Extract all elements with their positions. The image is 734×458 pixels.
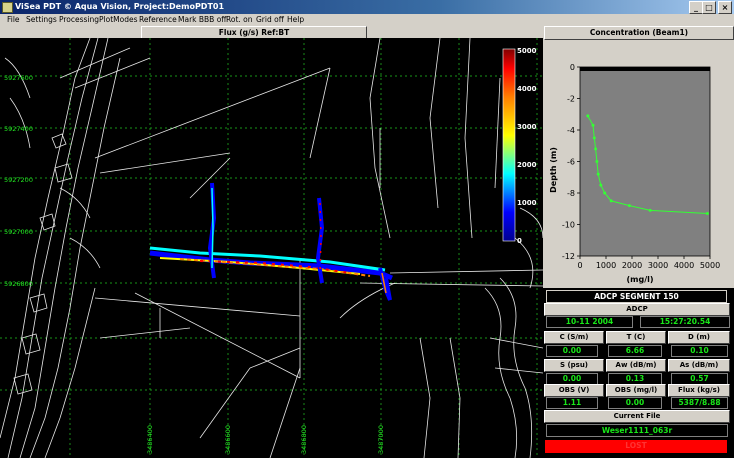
colorbar-tick-label: 0 bbox=[517, 237, 522, 245]
field-value: 0.00 bbox=[608, 397, 662, 409]
data-point bbox=[599, 183, 603, 187]
colorbar-tick-label: 5000 bbox=[517, 47, 537, 55]
y-axis-label: Depth (m) bbox=[549, 147, 558, 193]
field-value: 5387/8.88 bbox=[671, 397, 728, 409]
y-tick-label: 5927400 bbox=[4, 125, 33, 133]
current-file-label: Current File bbox=[544, 410, 730, 423]
field-label: D (m) bbox=[668, 331, 730, 344]
surface-band bbox=[580, 67, 710, 71]
x-tick-label: 4000 bbox=[674, 261, 694, 270]
app-icon bbox=[2, 2, 13, 13]
colorbar-tick-label: 2000 bbox=[517, 161, 537, 169]
field-label: S (psu) bbox=[544, 359, 604, 372]
colorbar-tick-label: 4000 bbox=[517, 85, 537, 93]
menu-mark-bbb[interactable]: Mark BBB off bbox=[178, 14, 226, 26]
x-axis-label: (mg/l) bbox=[626, 275, 653, 284]
window-title: ViSea PDT © Aqua Vision, Project:DemoPDT… bbox=[15, 2, 225, 11]
current-file-value: Weser1111_063r bbox=[546, 424, 728, 437]
concentration-chart: 0-2-4-6-8-10-120 1000 2000 3000 4000 5000 Dep… bbox=[544, 40, 734, 288]
x-tick-label: 3486800 bbox=[300, 425, 308, 454]
menu-bar: File Settings Processing PlotModes Refer… bbox=[0, 14, 734, 26]
y-tick-label: -10 bbox=[562, 221, 575, 230]
data-point bbox=[594, 147, 598, 151]
data-point bbox=[595, 160, 599, 163]
colorbar bbox=[502, 48, 516, 242]
x-tick-label: 3000 bbox=[648, 261, 668, 270]
data-point bbox=[596, 172, 600, 176]
field-label: T (C) bbox=[606, 331, 666, 344]
colorbar-tick-label: 3000 bbox=[517, 123, 537, 131]
menu-processing[interactable]: Processing bbox=[59, 14, 99, 26]
date-value: 10-11 2004 bbox=[546, 316, 633, 328]
field-value: 0.10 bbox=[671, 345, 728, 357]
y-tick-label: -4 bbox=[567, 126, 575, 135]
menu-settings[interactable]: Settings bbox=[26, 14, 57, 26]
concentration-panel: Concentration (Beam1) 0 -2 -4 -6 -8 -10 -12 0 10… bbox=[544, 26, 734, 288]
y-tick-label: -2 bbox=[567, 95, 575, 104]
concentration-title: Concentration (Beam1) bbox=[544, 26, 734, 40]
field-label: Aw (dB/m) bbox=[606, 359, 666, 372]
data-point bbox=[586, 114, 590, 118]
menu-rot[interactable]: Rot. on bbox=[226, 14, 253, 26]
data-point bbox=[648, 208, 652, 212]
y-tick-label: 5926800 bbox=[4, 280, 33, 288]
y-tick-label: 5927600 bbox=[4, 74, 33, 82]
field-label: Flux (kg/s) bbox=[668, 384, 730, 397]
field-value: 6.66 bbox=[608, 345, 662, 357]
y-tick-label: 5927200 bbox=[4, 176, 33, 184]
data-point bbox=[609, 199, 613, 203]
field-value: 0.00 bbox=[546, 345, 598, 357]
minimize-button[interactable]: _ bbox=[689, 1, 703, 14]
adcp-label: ADCP bbox=[544, 303, 730, 316]
menu-grid[interactable]: Grid off bbox=[256, 14, 284, 26]
y-tick-label: -12 bbox=[562, 252, 575, 261]
x-tick-label: 5000 bbox=[700, 261, 720, 270]
field-value: 1.11 bbox=[546, 397, 598, 409]
time-value: 15:27:20.54 bbox=[640, 316, 730, 328]
y-tick-label: 0 bbox=[570, 63, 575, 72]
data-point bbox=[603, 191, 607, 195]
x-tick-label: 3486400 bbox=[146, 425, 154, 454]
close-button[interactable]: × bbox=[718, 1, 732, 14]
y-tick-label: -6 bbox=[567, 158, 575, 167]
field-label: As (dB/m) bbox=[668, 359, 730, 372]
title-bar: ViSea PDT © Aqua Vision, Project:DemoPDT… bbox=[0, 0, 734, 14]
flux-map[interactable]: 5927600 5927400 5927200 5927000 5926800 … bbox=[0, 38, 543, 458]
menu-file[interactable]: File bbox=[7, 14, 20, 26]
maximize-button[interactable]: □ bbox=[702, 1, 716, 14]
x-tick-label: 2000 bbox=[622, 261, 642, 270]
field-label: C (S/m) bbox=[544, 331, 604, 344]
field-label: OBS (V) bbox=[544, 384, 604, 397]
x-tick-label: 0 bbox=[577, 261, 582, 270]
colorbar-tick-label: 1000 bbox=[517, 199, 537, 207]
adcp-data-panel: ADCP SEGMENT 150 ADCP 10-11 2004 15:27:2… bbox=[543, 288, 734, 458]
menu-reference[interactable]: Reference bbox=[139, 14, 177, 26]
data-point bbox=[591, 123, 595, 127]
y-tick-label: -8 bbox=[567, 189, 575, 198]
data-point bbox=[627, 204, 631, 208]
data-point bbox=[592, 136, 596, 140]
menu-plotmodes[interactable]: PlotModes bbox=[99, 14, 137, 26]
y-tick-label: 5927000 bbox=[4, 228, 33, 236]
x-tick-label: 3487000 bbox=[377, 425, 385, 454]
x-tick-label: 1000 bbox=[596, 261, 616, 270]
segment-label: ADCP SEGMENT 150 bbox=[546, 290, 727, 303]
plot-area bbox=[579, 66, 711, 257]
menu-help[interactable]: Help bbox=[287, 14, 304, 26]
data-point bbox=[705, 211, 709, 215]
x-tick-label: 3486600 bbox=[224, 425, 232, 454]
status-indicator: LOST bbox=[545, 440, 727, 453]
field-label: OBS (mg/l) bbox=[606, 384, 666, 397]
